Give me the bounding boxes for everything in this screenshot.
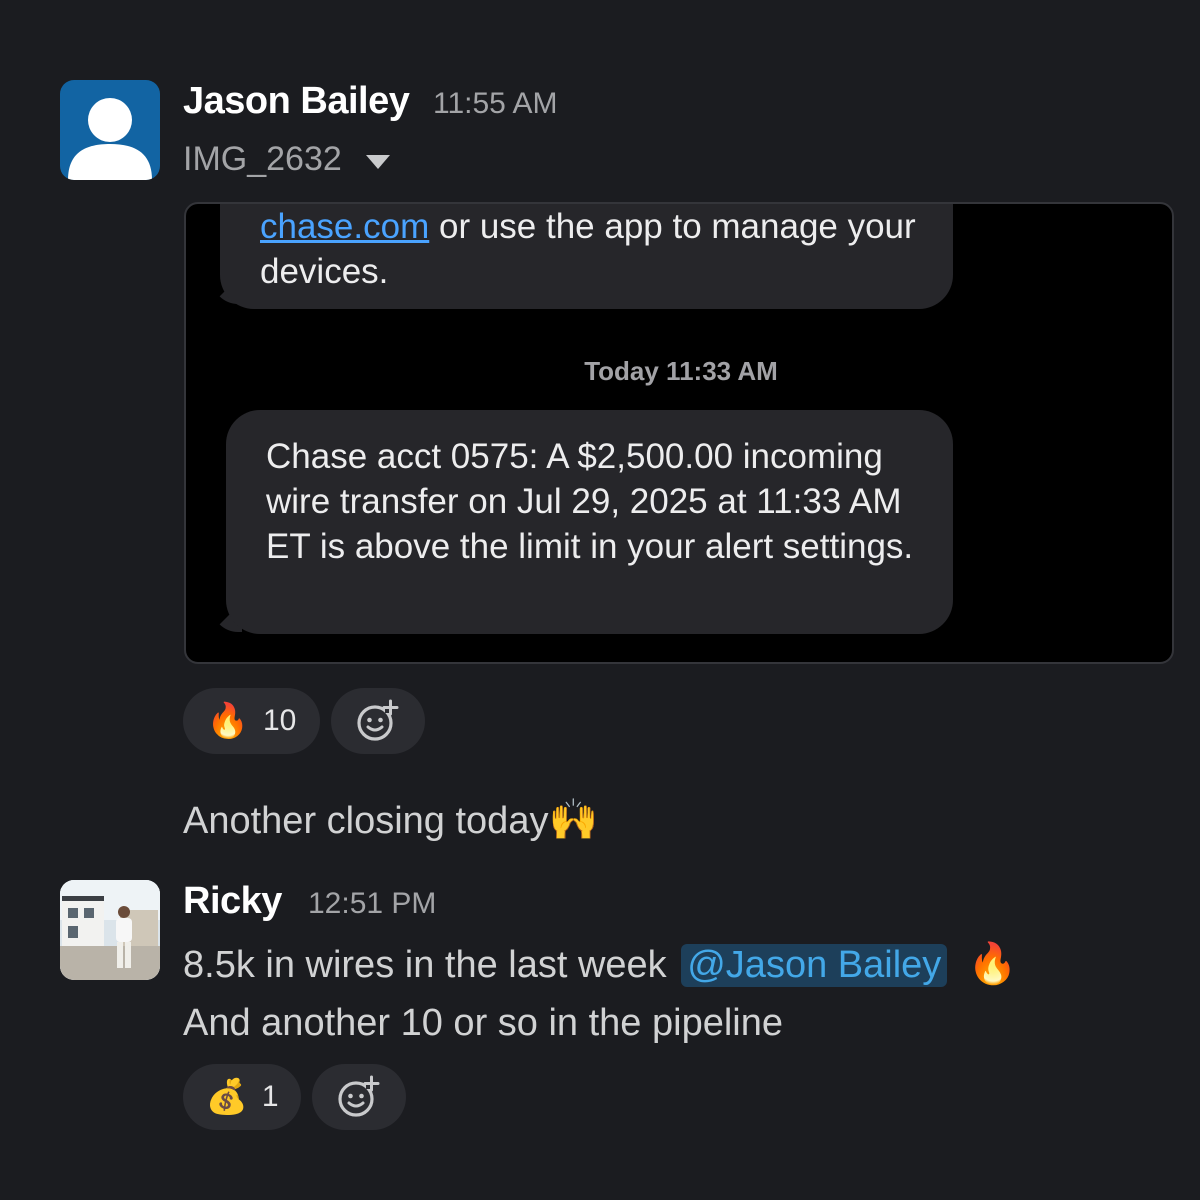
message-timestamp[interactable]: 12:51 PM	[308, 887, 436, 921]
add-reaction-icon	[338, 1075, 380, 1117]
chevron-down-icon[interactable]	[365, 154, 390, 169]
default-user-icon	[68, 98, 152, 180]
add-reaction-icon	[357, 699, 399, 741]
sms-bubble-main: Chase acct 0575: A $2,500.00 incoming wi…	[226, 410, 953, 634]
fire-emoji-icon: 🔥	[206, 702, 249, 740]
user-mention[interactable]: @Jason Bailey	[681, 944, 948, 987]
sms-link: chase.com	[260, 207, 430, 246]
sms-bubble-top: chase.com or use the app to manage your …	[220, 204, 953, 309]
add-reaction-button[interactable]	[312, 1064, 406, 1130]
reaction-count: 1	[261, 1080, 279, 1113]
reaction-money-bag[interactable]: 💰 1	[183, 1064, 301, 1130]
fire-emoji-icon: 🔥	[967, 942, 1018, 986]
avatar-ricky[interactable]	[60, 880, 160, 980]
sender-name[interactable]: Ricky	[183, 880, 282, 923]
money-bag-emoji-icon: 💰	[205, 1078, 248, 1116]
reaction-count: 10	[262, 704, 297, 737]
sender-name[interactable]: Jason Bailey	[183, 80, 410, 123]
image-attachment[interactable]: chase.com or use the app to manage your …	[184, 202, 1174, 664]
file-name: IMG_2632	[183, 140, 342, 178]
file-name-toggle[interactable]: IMG_2632	[183, 140, 390, 179]
add-reaction-button[interactable]	[331, 688, 425, 754]
raised-hands-emoji-icon: 🙌	[548, 798, 599, 842]
message-body: 8.5k in wires in the last week	[183, 944, 667, 986]
message-body: Another closing today	[183, 800, 549, 842]
sms-timestamp: Today 11:33 AM	[584, 356, 778, 386]
message-text: Another closing today🙌	[183, 796, 598, 843]
message-timestamp[interactable]: 11:55 AM	[433, 87, 558, 121]
message-line: And another 10 or so in the pipeline	[183, 1002, 783, 1044]
profile-photo	[60, 880, 160, 980]
reaction-fire[interactable]: 🔥 10	[183, 688, 320, 754]
message-line: 8.5k in wires in the last week @Jason Ba…	[183, 940, 1018, 987]
avatar-jason-bailey[interactable]	[60, 80, 160, 180]
